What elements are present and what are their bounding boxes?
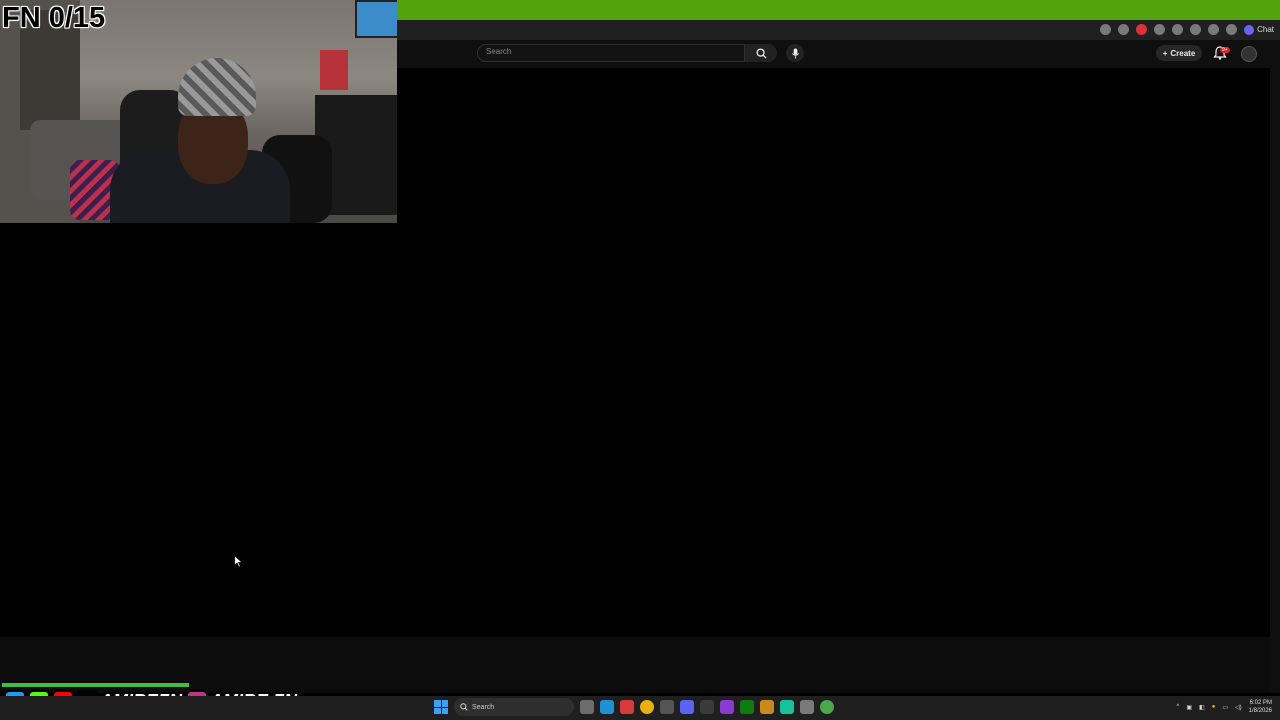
tray-app-icon[interactable]: ◧ [1199,704,1205,711]
search-icon [460,703,468,711]
app-red-icon[interactable] [620,700,634,714]
voice-search-button[interactable] [786,44,804,62]
search-button[interactable] [745,44,777,62]
search-icon [755,47,767,59]
chrome-icon[interactable] [640,700,654,714]
notification-badge: 9+ [1220,47,1230,53]
browser-extensions: Chat [1100,24,1274,35]
webcam-overlay: FN 0/15 [0,0,397,223]
clock-date: 1/8/2026 [1248,708,1272,714]
create-label: Create [1170,48,1196,58]
tray-mic-icon[interactable]: ● [1212,704,1216,710]
social-progress-bar [2,683,189,687]
taskbar-apps: Search [434,698,834,716]
extensions-puzzle-icon[interactable] [1208,24,1220,35]
mouse-cursor-icon [234,555,243,568]
app-teal-icon[interactable] [780,700,794,714]
page-below-player [0,637,1270,693]
chat-button-label: Chat [1257,25,1274,34]
extension-red-icon[interactable] [1136,24,1148,35]
taskbar-search[interactable]: Search [454,698,574,716]
settings-icon[interactable] [800,700,814,714]
discord-icon[interactable] [680,700,694,714]
extension-icon[interactable] [1172,24,1184,35]
epic-games-icon[interactable] [700,700,714,714]
system-tray: ^ ▣ ◧ ● ▭ ◁) 6:02 PM 1/8/2026 [1177,699,1272,715]
app-orange-icon[interactable] [760,700,774,714]
taskbar-clock[interactable]: 6:02 PM 1/8/2026 [1249,699,1272,715]
app-purple-icon[interactable] [720,700,734,714]
chat-button[interactable]: Chat [1244,24,1274,35]
edge-icon[interactable] [600,700,614,714]
account-avatar[interactable] [1241,46,1257,62]
more-menu-icon[interactable] [1226,24,1238,35]
network-icon[interactable]: ▭ [1222,704,1228,711]
clock-time: 6:02 PM [1249,700,1272,706]
create-button[interactable]: + Create [1156,45,1202,61]
app-green-icon[interactable] [820,700,834,714]
webcam-tv [355,0,397,38]
extension-icon[interactable] [1154,24,1166,35]
xbox-icon[interactable] [740,700,754,714]
app-icon[interactable] [660,700,674,714]
taskbar-search-label: Search [472,703,495,711]
search-box [477,44,745,62]
webcam-poster [320,50,348,90]
streamer-beanie [178,58,256,116]
chevron-up-icon[interactable]: ^ [1177,704,1180,710]
page-scrollbar[interactable] [1270,68,1280,693]
win-counter: FN 0/15 [2,2,106,34]
task-view-icon[interactable] [580,700,594,714]
extension-icon[interactable] [1100,24,1112,35]
plus-icon: + [1162,48,1168,58]
copilot-icon [1244,24,1255,35]
windows-start-icon[interactable] [434,700,448,714]
bookmark-star-icon[interactable] [1118,24,1130,35]
extension-icon[interactable] [1190,24,1202,35]
microphone-icon [791,47,799,59]
search-input[interactable] [486,47,736,56]
tray-app-icon[interactable]: ▣ [1186,704,1192,711]
volume-icon[interactable]: ◁) [1235,704,1242,711]
